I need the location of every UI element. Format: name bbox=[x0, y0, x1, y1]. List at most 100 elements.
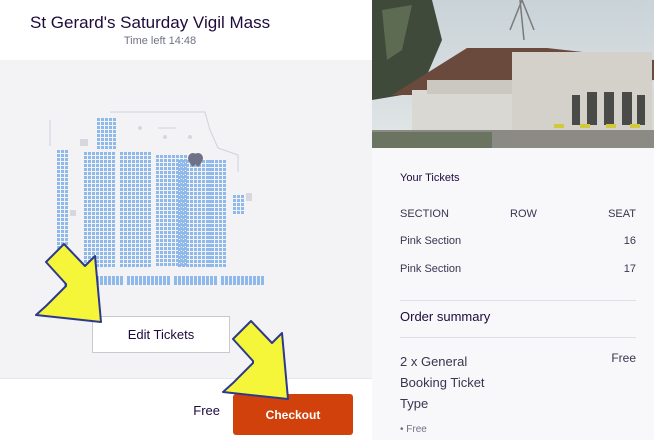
seat[interactable] bbox=[88, 232, 91, 235]
seat[interactable] bbox=[211, 172, 214, 175]
seat[interactable] bbox=[120, 188, 123, 191]
seat[interactable] bbox=[215, 228, 218, 231]
seat[interactable] bbox=[88, 184, 91, 187]
seat[interactable] bbox=[132, 220, 135, 223]
seat[interactable] bbox=[144, 220, 147, 223]
seat[interactable] bbox=[182, 208, 185, 211]
seat[interactable] bbox=[219, 204, 222, 207]
seat[interactable] bbox=[96, 256, 99, 259]
seat[interactable] bbox=[178, 196, 181, 199]
seat[interactable] bbox=[211, 196, 214, 199]
seat[interactable] bbox=[140, 184, 143, 187]
seat[interactable] bbox=[164, 155, 167, 158]
seat[interactable] bbox=[84, 184, 87, 187]
seat[interactable] bbox=[124, 172, 127, 175]
seat[interactable] bbox=[120, 228, 123, 231]
seat[interactable] bbox=[190, 212, 193, 215]
seat[interactable] bbox=[112, 224, 115, 227]
seat[interactable] bbox=[221, 282, 224, 285]
seat[interactable] bbox=[160, 171, 163, 174]
seat[interactable] bbox=[249, 276, 252, 279]
seat[interactable] bbox=[198, 279, 201, 282]
seat[interactable] bbox=[112, 244, 115, 247]
seat[interactable] bbox=[132, 232, 135, 235]
seat[interactable] bbox=[211, 236, 214, 239]
seat[interactable] bbox=[104, 282, 107, 285]
seat[interactable] bbox=[241, 199, 244, 202]
seat[interactable] bbox=[198, 208, 201, 211]
seat[interactable] bbox=[178, 224, 181, 227]
seat[interactable] bbox=[182, 260, 185, 263]
seat[interactable] bbox=[124, 232, 127, 235]
seat[interactable] bbox=[194, 200, 197, 203]
seat[interactable] bbox=[211, 260, 214, 263]
seat[interactable] bbox=[160, 163, 163, 166]
seat[interactable] bbox=[160, 183, 163, 186]
seat[interactable] bbox=[215, 196, 218, 199]
seat[interactable] bbox=[84, 236, 87, 239]
seat[interactable] bbox=[182, 216, 185, 219]
seat[interactable] bbox=[186, 248, 189, 251]
seat[interactable] bbox=[168, 243, 171, 246]
seat[interactable] bbox=[182, 232, 185, 235]
seat[interactable] bbox=[156, 207, 159, 210]
seat[interactable] bbox=[109, 130, 112, 133]
seat[interactable] bbox=[156, 199, 159, 202]
seat[interactable] bbox=[132, 160, 135, 163]
seat[interactable] bbox=[92, 228, 95, 231]
seat[interactable] bbox=[182, 196, 185, 199]
seat[interactable] bbox=[223, 204, 226, 207]
seat[interactable] bbox=[168, 199, 171, 202]
seat[interactable] bbox=[84, 248, 87, 251]
seat[interactable] bbox=[194, 212, 197, 215]
seat[interactable] bbox=[174, 276, 177, 279]
seat[interactable] bbox=[144, 256, 147, 259]
seat[interactable] bbox=[156, 263, 159, 266]
seat[interactable] bbox=[223, 188, 226, 191]
seat[interactable] bbox=[88, 244, 91, 247]
seat[interactable] bbox=[147, 282, 150, 285]
seat[interactable] bbox=[57, 226, 60, 229]
seat[interactable] bbox=[136, 156, 139, 159]
seat[interactable] bbox=[207, 164, 210, 167]
seat[interactable] bbox=[219, 216, 222, 219]
seat[interactable] bbox=[65, 174, 68, 177]
seat[interactable] bbox=[164, 227, 167, 230]
seat[interactable] bbox=[168, 167, 171, 170]
seat[interactable] bbox=[233, 199, 236, 202]
seat[interactable] bbox=[104, 232, 107, 235]
seat[interactable] bbox=[167, 276, 170, 279]
seat[interactable] bbox=[116, 276, 119, 279]
seat[interactable] bbox=[136, 160, 139, 163]
seat[interactable] bbox=[92, 282, 95, 285]
seat[interactable] bbox=[160, 263, 163, 266]
seat[interactable] bbox=[211, 204, 214, 207]
seat[interactable] bbox=[194, 244, 197, 247]
seat[interactable] bbox=[112, 164, 115, 167]
seat[interactable] bbox=[190, 236, 193, 239]
seat[interactable] bbox=[120, 236, 123, 239]
seat[interactable] bbox=[65, 170, 68, 173]
seat[interactable] bbox=[186, 184, 189, 187]
seat[interactable] bbox=[198, 168, 201, 171]
seat[interactable] bbox=[104, 204, 107, 207]
seat[interactable] bbox=[61, 218, 64, 221]
seat[interactable] bbox=[202, 228, 205, 231]
seat[interactable] bbox=[223, 216, 226, 219]
seat[interactable] bbox=[178, 244, 181, 247]
seat[interactable] bbox=[198, 244, 201, 247]
seat[interactable] bbox=[96, 196, 99, 199]
seat[interactable] bbox=[190, 232, 193, 235]
seat[interactable] bbox=[61, 234, 64, 237]
seat[interactable] bbox=[178, 160, 181, 163]
seat[interactable] bbox=[186, 228, 189, 231]
seat[interactable] bbox=[182, 212, 185, 215]
seat[interactable] bbox=[104, 248, 107, 251]
seat[interactable] bbox=[190, 200, 193, 203]
seat[interactable] bbox=[144, 196, 147, 199]
seat[interactable] bbox=[108, 260, 111, 263]
seat[interactable] bbox=[144, 216, 147, 219]
seat[interactable] bbox=[178, 192, 181, 195]
seat[interactable] bbox=[108, 248, 111, 251]
seat[interactable] bbox=[202, 256, 205, 259]
